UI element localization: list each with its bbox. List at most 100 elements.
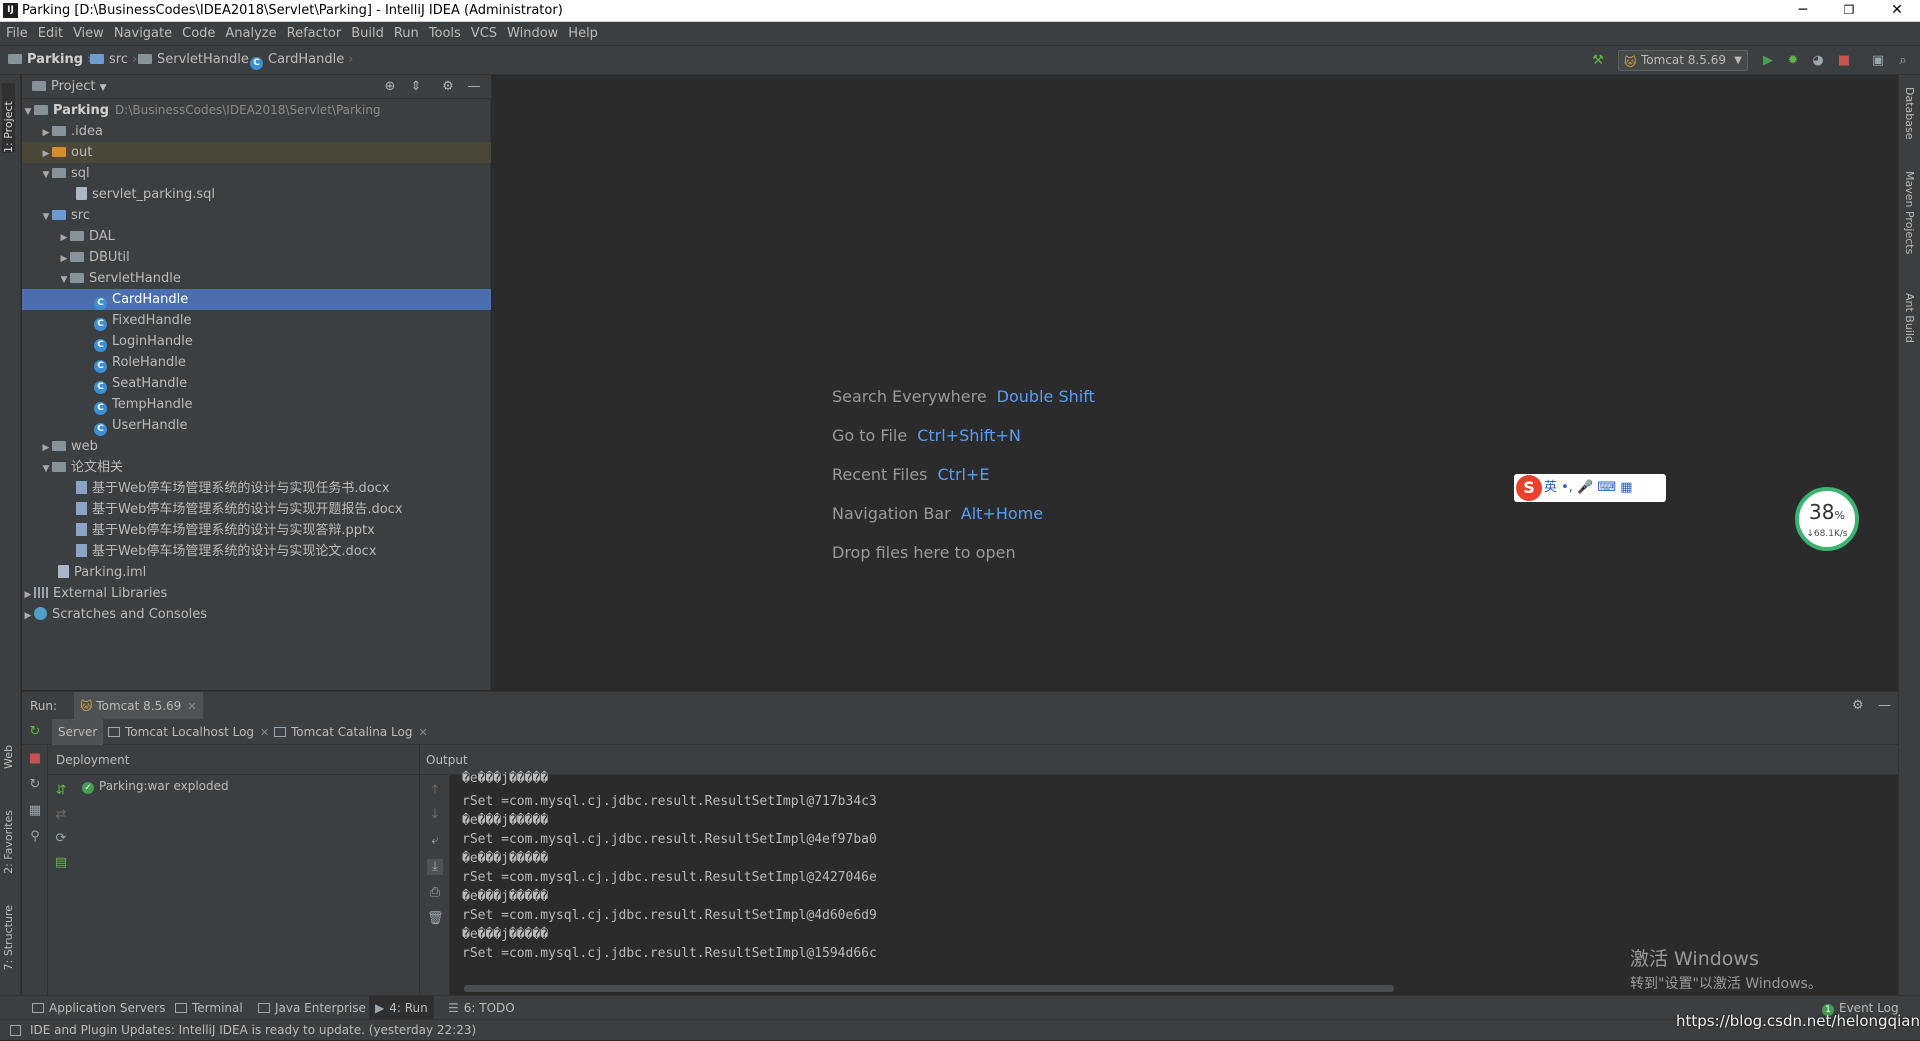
undeploy-icon[interactable]: ⇄: [53, 807, 69, 823]
tree-item-cardhandle[interactable]: C CardHandle: [22, 289, 491, 310]
scroll-to-end-icon[interactable]: ⤓: [427, 859, 443, 875]
tree-item-scratches[interactable]: ▶ Scratches and Consoles: [22, 604, 491, 625]
tool-tab-structure[interactable]: 7: Structure: [2, 905, 15, 970]
menu-analyze[interactable]: Analyze: [220, 22, 281, 45]
arrow-up-icon[interactable]: ↑: [427, 783, 443, 799]
gear-icon[interactable]: ⚙: [1852, 692, 1864, 720]
tool-tab-project[interactable]: 1: Project: [2, 83, 15, 153]
tree-item-fixedhandle[interactable]: C FixedHandle: [22, 310, 491, 331]
tree-item-sql[interactable]: ▼ sql: [22, 163, 491, 184]
menu-view[interactable]: View: [68, 22, 109, 45]
tab-java-enterprise[interactable]: Java Enterprise: [258, 996, 366, 1020]
tree-item-iml[interactable]: Parking.iml: [22, 562, 491, 583]
tree-item-doc[interactable]: 基于Web停车场管理系统的设计与实现开题报告.docx: [22, 499, 491, 520]
horizontal-scrollbar[interactable]: [464, 985, 1394, 992]
layout-icon[interactable]: ▦: [27, 803, 43, 819]
tree-item-web[interactable]: ▶ web: [22, 436, 491, 457]
trash-icon[interactable]: 🗑: [427, 911, 444, 927]
tree-item-userhandle[interactable]: C UserHandle: [22, 415, 491, 436]
tree-item-doc[interactable]: 基于Web停车场管理系统的设计与实现任务书.docx: [22, 478, 491, 499]
menu-window[interactable]: Window: [502, 22, 563, 45]
editor-area[interactable]: Search Everywhere Double Shift Go to File…: [492, 75, 1898, 690]
tool-tab-maven[interactable]: Maven Projects: [1903, 171, 1916, 254]
minimize-button[interactable]: ─: [1780, 0, 1826, 22]
tree-item-temphandle[interactable]: C TempHandle: [22, 394, 491, 415]
close-tab-icon[interactable]: ✕: [418, 726, 427, 739]
tree-item-thesis[interactable]: ▼ 论文相关: [22, 457, 491, 478]
refresh-icon[interactable]: ⟳: [53, 831, 69, 847]
menu-run[interactable]: Run: [389, 22, 424, 45]
tab-todo[interactable]: ☰ 6: TODO: [448, 996, 515, 1020]
tab-localhost-log[interactable]: Tomcat Localhost Log ✕: [102, 719, 275, 745]
tool-tab-favorites[interactable]: 2: Favorites: [2, 810, 15, 874]
print-icon[interactable]: ⎙: [427, 885, 443, 901]
run-config-dropdown[interactable]: 🐱 Tomcat 8.5.69 ▼: [1618, 50, 1748, 71]
tree-item-src[interactable]: ▼ src: [22, 205, 491, 226]
pin-icon[interactable]: ⚲: [27, 829, 43, 845]
tree-item-dbutil[interactable]: ▶ DBUtil: [22, 247, 491, 268]
network-speed-widget[interactable]: 38% ↓68.1K/s: [1795, 487, 1859, 551]
stop-icon[interactable]: ■: [1836, 53, 1852, 69]
run-config-tab[interactable]: 🐱 Tomcat 8.5.69 ✕: [74, 692, 203, 721]
breadcrumb-src[interactable]: src ›: [90, 46, 141, 74]
tab-server[interactable]: Server: [52, 719, 104, 745]
build-hammer-icon[interactable]: ⚒: [1590, 53, 1606, 69]
tool-tab-database[interactable]: Database: [1903, 87, 1916, 140]
tree-item-rolehandle[interactable]: C RoleHandle: [22, 352, 491, 373]
locate-icon[interactable]: ⊕: [382, 79, 398, 95]
tool-tab-web[interactable]: Web: [2, 745, 15, 769]
tree-item-doc[interactable]: 基于Web停车场管理系统的设计与实现论文.docx: [22, 541, 491, 562]
menu-vcs[interactable]: VCS: [466, 22, 502, 45]
tab-application-servers[interactable]: Application Servers: [32, 996, 165, 1020]
deployment-item[interactable]: ✓ Parking:war exploded: [82, 779, 229, 794]
status-toggle-icon[interactable]: [10, 1025, 21, 1036]
menu-file[interactable]: File: [0, 22, 33, 45]
menu-tools[interactable]: Tools: [424, 22, 466, 45]
tree-root[interactable]: ▼ Parking D:\BusinessCodes\IDEA2018\Servle…: [22, 100, 491, 121]
update-icon[interactable]: ↻: [27, 777, 43, 793]
menu-help[interactable]: Help: [563, 22, 603, 45]
ime-toolbar[interactable]: S英 •, 🎤 ⌨ ▦: [1514, 474, 1666, 502]
menu-refactor[interactable]: Refactor: [282, 22, 347, 45]
maximize-button[interactable]: ❐: [1826, 0, 1872, 22]
collapse-all-icon[interactable]: ⇕: [408, 79, 424, 95]
project-structure-icon[interactable]: ▣: [1870, 53, 1886, 69]
arrow-down-icon[interactable]: ↓: [427, 807, 443, 823]
breadcrumb-package[interactable]: ServletHandle›: [138, 46, 262, 74]
search-icon[interactable]: ⌕: [1895, 53, 1911, 69]
breadcrumb-class[interactable]: C CardHandle ›: [250, 46, 357, 74]
tree-item-idea[interactable]: ▶ .idea: [22, 121, 491, 142]
project-view-selector[interactable]: Project ▼: [32, 75, 107, 100]
tree-item-external-libraries[interactable]: ▶ External Libraries: [22, 583, 491, 604]
rerun-icon[interactable]: ↻: [27, 724, 43, 740]
tree-item-dal[interactable]: ▶ DAL: [22, 226, 491, 247]
tree-item-doc[interactable]: 基于Web停车场管理系统的设计与实现答辩.pptx: [22, 520, 491, 541]
tree-item-loginhandle[interactable]: C LoginHandle: [22, 331, 491, 352]
tree-item-servlethandle[interactable]: ▼ ServletHandle: [22, 268, 491, 289]
tool-tab-ant[interactable]: Ant Build: [1903, 293, 1916, 343]
soft-wrap-icon[interactable]: ⤶: [427, 833, 443, 849]
menu-build[interactable]: Build: [346, 22, 389, 45]
coverage-icon[interactable]: ◕: [1810, 53, 1826, 69]
menu-code[interactable]: Code: [177, 22, 220, 45]
hide-panel-icon[interactable]: —: [466, 79, 482, 95]
tree-item-out[interactable]: ▶ out: [22, 142, 491, 163]
tab-catalina-log[interactable]: Tomcat Catalina Log ✕: [268, 719, 434, 745]
close-window-button[interactable]: ✕: [1874, 0, 1920, 22]
tab-terminal[interactable]: Terminal: [175, 996, 243, 1020]
debug-icon[interactable]: ✹: [1785, 53, 1801, 69]
gear-icon[interactable]: ⚙: [440, 79, 456, 95]
breadcrumb-project[interactable]: Parking›: [8, 46, 96, 74]
run-icon[interactable]: ▶: [1760, 53, 1776, 69]
status-message[interactable]: IDE and Plugin Updates: IntelliJ IDEA is…: [30, 1020, 476, 1041]
hide-panel-icon[interactable]: —: [1878, 692, 1891, 720]
tree-item-seathandle[interactable]: C SeatHandle: [22, 373, 491, 394]
tab-run[interactable]: ▶ 4: Run: [369, 996, 434, 1020]
menu-navigate[interactable]: Navigate: [109, 22, 177, 45]
menu-edit[interactable]: Edit: [33, 22, 68, 45]
deploy-icon[interactable]: ⇵: [53, 783, 69, 799]
stop-icon[interactable]: ■: [27, 751, 43, 767]
close-tab-icon[interactable]: ✕: [187, 700, 196, 713]
tree-item-sql-file[interactable]: servlet_parking.sql: [22, 184, 491, 205]
artifact-icon[interactable]: ▤: [53, 855, 69, 871]
